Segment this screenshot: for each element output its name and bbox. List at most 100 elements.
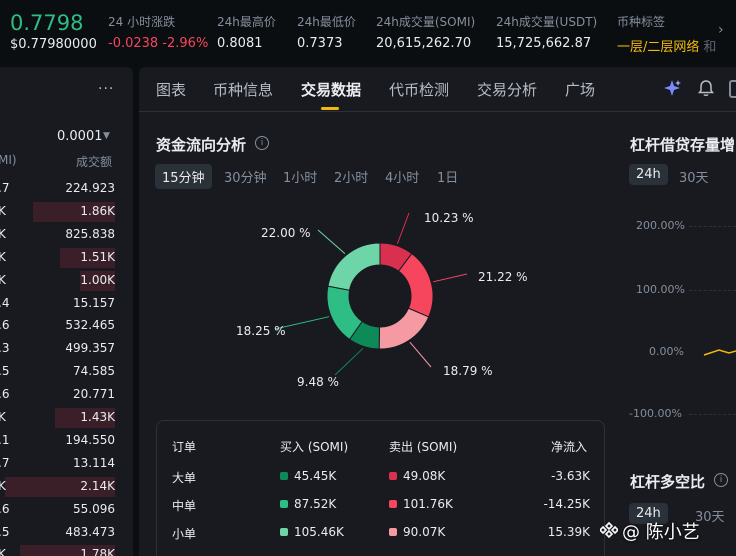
buy-volume: 105.46K (280, 525, 344, 539)
trade-turnover: 1.00K (80, 272, 115, 287)
column-header-amount: MI) (0, 153, 17, 167)
net-inflow: -3.63K (551, 469, 590, 483)
sell-volume: 49.08K (389, 469, 445, 483)
y-axis-tick: -100.00% (629, 407, 682, 420)
trade-amount: K (0, 226, 6, 241)
trade-amount: .5 (0, 524, 10, 539)
trade-row: .5 483.473 (0, 522, 133, 544)
trade-turnover: 55.096 (73, 501, 115, 516)
stat-24h-volume-usdt: 24h成交量(USDT) 15,725,662.87 (496, 15, 598, 51)
chevron-right-icon[interactable]: › (718, 22, 724, 38)
trade-row: K 825.838 (0, 224, 133, 246)
table-header-order: 订单 (172, 440, 197, 454)
donut-slice[interactable] (378, 307, 430, 350)
trade-row: K 1.43K (0, 407, 133, 429)
order-size-label: 大单 (172, 469, 196, 486)
grid-line (689, 290, 736, 291)
trade-row: .6 55.096 (0, 499, 133, 521)
stat-24h-low: 24h最低价 0.7373 (297, 15, 356, 51)
y-axis-tick: 0.00% (649, 345, 684, 358)
bell-icon[interactable] (698, 79, 714, 97)
trade-amount: K (0, 272, 6, 287)
fund-flow-donut-chart (274, 212, 468, 376)
trade-turnover: 20.771 (73, 387, 115, 402)
buy-volume: 87.52K (280, 497, 336, 511)
trade-history-panel: ··· 0.0001 ▼ MI) 成交额 .7 224.923 K 1.86K K 825… (0, 67, 133, 556)
order-size-label-text: 小单 (172, 527, 197, 541)
donut-slice[interactable] (327, 242, 381, 291)
net-inflow: -14.25K (543, 497, 590, 511)
order-size-label: 小单 (172, 525, 196, 542)
net-inflow: 15.39K (548, 525, 590, 539)
trade-amount: .7 (0, 181, 10, 195)
trade-amount: K (0, 478, 6, 493)
main-panel: 图表 币种信息 交易数据 代币检测 交易分析 广场 资金流向分析 i 15分钟 … (139, 67, 736, 556)
trade-row: .4 15.157 (0, 293, 133, 315)
trade-amount: .4 (0, 295, 10, 310)
trade-row: .7 224.923 (0, 178, 133, 200)
slice-label: 22.00 % (261, 226, 311, 240)
leader-line (317, 229, 346, 255)
ai-sparkle-icon[interactable] (663, 79, 681, 97)
table-header-buy: 买入 (SOMI) (280, 440, 349, 454)
coin-tag-more: 和 (703, 40, 717, 55)
trade-amount: .7 (0, 455, 10, 470)
trade-row: .6 532.465 (0, 315, 133, 337)
ticker-bar: 0.7798 $0.77980000 24 小时涨跌 -0.0238 -2.96… (0, 0, 736, 62)
order-size-label: 中单 (172, 497, 196, 514)
trade-amount: K (0, 203, 6, 218)
binance-logo-icon (600, 521, 618, 539)
trade-amount: K (0, 249, 6, 264)
leader-line (409, 341, 432, 368)
trade-amount: .5 (0, 364, 10, 379)
trade-turnover: 2.14K (80, 478, 115, 493)
trade-row: .5 74.585 (0, 361, 133, 383)
margin-timeframe-30d[interactable]: 30天 (672, 164, 716, 189)
sell-volume: 90.07K (389, 525, 445, 539)
legend-swatch (389, 500, 397, 508)
trade-row: .6 20.771 (0, 384, 133, 406)
watermark: @ 陈小艺 (622, 522, 700, 543)
trade-turnover: 483.473 (65, 524, 115, 539)
y-axis-tick: 100.00% (636, 283, 685, 296)
legend-swatch (280, 472, 288, 480)
buy-volume-text: 45.45K (294, 469, 337, 483)
margin-timeframe-24h[interactable]: 24h (629, 164, 668, 185)
leader-line (396, 212, 410, 244)
margin-loan-line (703, 349, 736, 356)
trade-amount: .6 (0, 501, 10, 516)
trade-turnover: 194.550 (65, 432, 115, 447)
precision-select[interactable]: 0.0001 (57, 129, 103, 144)
buy-volume: 45.45K (280, 469, 336, 483)
trade-turnover: 15.157 (73, 295, 115, 310)
slice-label: 18.25 % (236, 324, 286, 338)
more-options-icon[interactable]: ··· (98, 81, 114, 97)
leader-line (433, 273, 468, 283)
legend-swatch (389, 472, 397, 480)
sell-volume-text: 90.07K (403, 525, 446, 539)
trade-turnover: 1.86K (80, 203, 115, 218)
order-size-label-text: 大单 (172, 471, 197, 485)
coin-tag-link[interactable]: 一层/二层网络 (617, 40, 699, 55)
info-icon[interactable]: i (714, 473, 728, 487)
panel-toggle-icon[interactable] (729, 80, 736, 98)
trade-turnover: 1.51K (80, 249, 115, 264)
trade-turnover: 1.43K (80, 410, 115, 424)
stat-coin-tag[interactable]: 币种标签 一层/二层网络和 (617, 13, 716, 55)
slice-label: 10.23 % (424, 211, 474, 225)
last-price-usd: $0.77980000 (10, 37, 97, 52)
trade-turnover: 825.838 (65, 226, 115, 241)
trade-row: K 1.00K (0, 270, 133, 292)
stat-24h-volume-somi: 24h成交量(SOMI) 20,615,262.70 (376, 15, 476, 51)
chevron-down-icon[interactable]: ▼ (103, 131, 110, 141)
trade-turnover: 1.78K (80, 547, 115, 556)
sell-volume-text: 49.08K (403, 469, 446, 483)
column-header-turnover: 成交额 (76, 155, 113, 169)
trade-turnover: 532.465 (65, 318, 115, 333)
last-price: 0.7798 (10, 11, 84, 35)
trade-turnover: 499.357 (65, 341, 115, 356)
trade-row: K 1.86K (0, 201, 133, 223)
trade-amount: K (0, 547, 6, 556)
trade-amount: K (0, 410, 6, 424)
trade-row: K 1.51K (0, 247, 133, 269)
